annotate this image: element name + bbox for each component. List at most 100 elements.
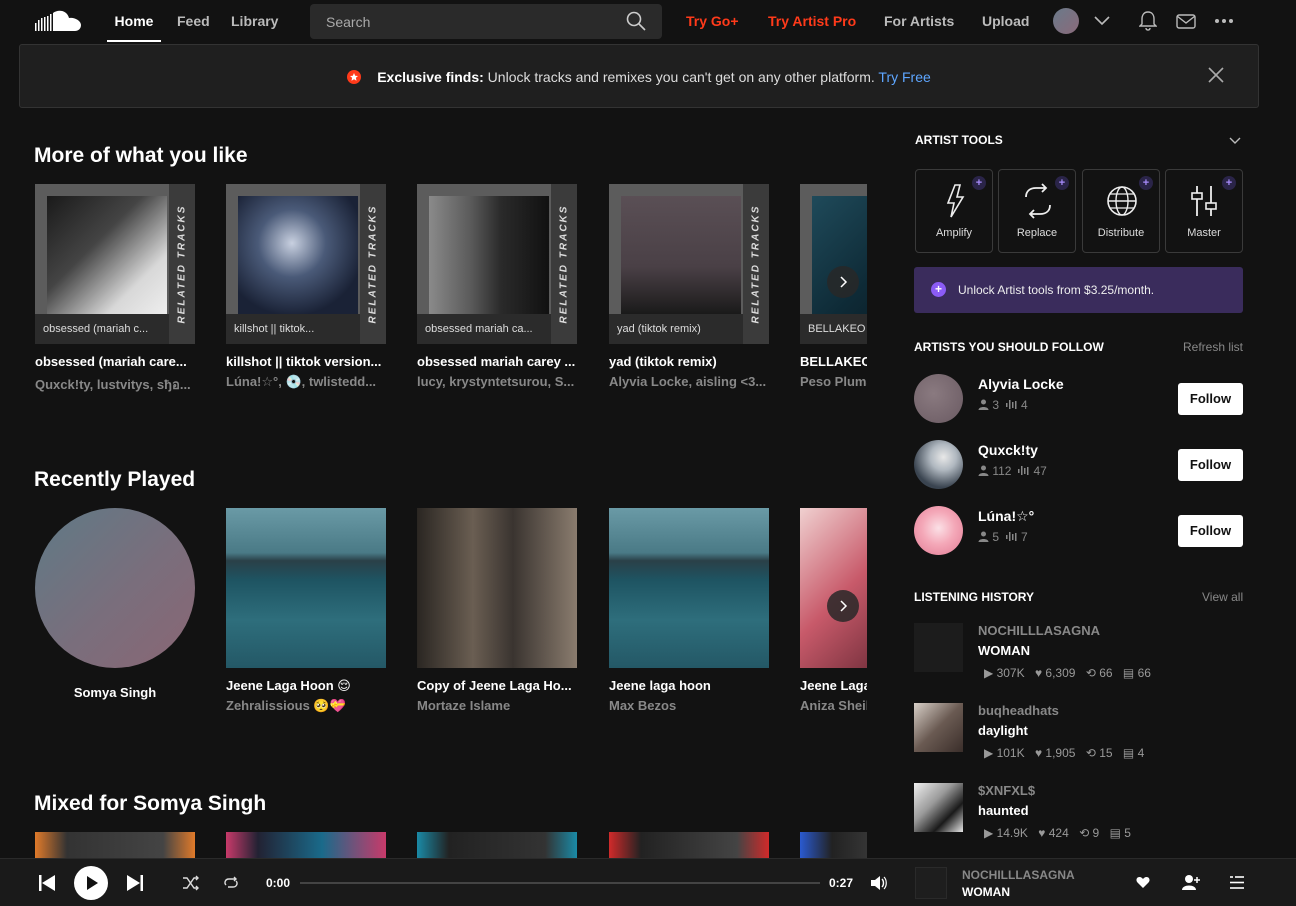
- now-playing-thumbnail[interactable]: [915, 867, 947, 899]
- card-title[interactable]: Jeene Laga Hoon 😌: [226, 678, 386, 694]
- upload-link[interactable]: Upload: [982, 0, 1029, 42]
- tool-replace[interactable]: + Replace: [998, 169, 1076, 253]
- artist-name[interactable]: Alyvia Locke: [978, 376, 1064, 392]
- avatar[interactable]: [914, 506, 963, 555]
- track-artwork[interactable]: [417, 508, 577, 668]
- playlist-card[interactable]: [609, 832, 769, 858]
- mail-icon[interactable]: [1176, 14, 1196, 29]
- play-button[interactable]: [74, 866, 108, 900]
- playlist-artwork[interactable]: [417, 832, 577, 858]
- reposts-stat[interactable]: ⟲ 9: [1079, 826, 1099, 840]
- likes-stat[interactable]: ♥ 424: [1038, 826, 1069, 840]
- card-subtitle[interactable]: Max Bezos: [609, 698, 769, 713]
- playlist-card[interactable]: [226, 832, 386, 858]
- unlock-artist-tools-button[interactable]: + Unlock Artist tools from $3.25/month.: [914, 267, 1243, 313]
- avatar[interactable]: [914, 374, 963, 423]
- card-title[interactable]: Jeene laga hoon: [609, 678, 769, 693]
- tab-feed[interactable]: Feed: [177, 0, 210, 42]
- soundcloud-logo-icon[interactable]: [34, 9, 82, 33]
- related-tracks-artwork[interactable]: RELATED TRACKS killshot || tiktok...: [226, 184, 386, 344]
- chevron-down-icon[interactable]: [1094, 15, 1110, 27]
- track-artist[interactable]: $XNFXL$: [978, 783, 1035, 798]
- artist-name[interactable]: Lúna!☆°: [978, 508, 1034, 525]
- track-artist[interactable]: buqheadhats: [978, 703, 1059, 718]
- avatar[interactable]: [914, 440, 963, 489]
- reposts-stat[interactable]: ⟲ 66: [1086, 666, 1113, 680]
- likes-stat[interactable]: ♥ 6,309: [1035, 666, 1076, 680]
- carousel-next-button[interactable]: [827, 590, 859, 622]
- related-tracks-artwork[interactable]: RELATED TRACKS yad (tiktok remix): [609, 184, 769, 344]
- related-tracks-artwork[interactable]: BELLAKEO: [800, 184, 867, 344]
- card-subtitle[interactable]: Lúna!☆°, 💿, twlistedd...: [226, 374, 386, 390]
- card-title[interactable]: BELLAKEO: [800, 354, 867, 369]
- follow-button[interactable]: Follow: [1178, 383, 1243, 415]
- now-playing-artist[interactable]: NOCHILLLASAGNA: [962, 868, 1075, 882]
- search-input[interactable]: [326, 12, 616, 32]
- follow-button[interactable]: Follow: [1178, 515, 1243, 547]
- follow-button[interactable]: Follow: [1178, 449, 1243, 481]
- track-thumbnail[interactable]: [914, 783, 963, 832]
- playlist-card[interactable]: [417, 832, 577, 858]
- track-title[interactable]: WOMAN: [978, 643, 1030, 658]
- likes-stat[interactable]: ♥ 1,905: [1035, 746, 1076, 760]
- card-subtitle[interactable]: Zehralissious 🥺💝: [226, 698, 386, 714]
- shuffle-icon[interactable]: [182, 875, 200, 891]
- related-tracks-artwork[interactable]: RELATED TRACKS obsessed mariah ca...: [417, 184, 577, 344]
- user-avatar[interactable]: [1053, 8, 1079, 34]
- card-title[interactable]: yad (tiktok remix): [609, 354, 769, 369]
- track-title[interactable]: haunted: [978, 803, 1029, 818]
- card-title[interactable]: Somya Singh: [35, 685, 195, 700]
- card-title[interactable]: Jeene Laga: [800, 678, 867, 693]
- card-subtitle[interactable]: Peso Pluma: [800, 374, 867, 389]
- heart-icon[interactable]: [1136, 876, 1150, 889]
- track-artwork[interactable]: [609, 508, 769, 668]
- view-all-link[interactable]: View all: [1202, 590, 1243, 604]
- now-playing-title[interactable]: WOMAN: [962, 885, 1010, 899]
- related-tracks-artwork[interactable]: RELATED TRACKS obsessed (mariah c...: [35, 184, 195, 344]
- playlist-artwork[interactable]: [35, 832, 195, 858]
- try-artist-pro-link[interactable]: Try Artist Pro: [768, 0, 856, 42]
- try-go-plus-link[interactable]: Try Go+: [686, 0, 739, 42]
- track-artwork[interactable]: [226, 508, 386, 668]
- bell-icon[interactable]: [1139, 11, 1157, 31]
- skip-forward-icon[interactable]: [126, 874, 144, 892]
- card-subtitle[interactable]: Alyvia Locke, aisling <3...: [609, 374, 769, 389]
- volume-icon[interactable]: [870, 875, 888, 891]
- tab-library[interactable]: Library: [231, 0, 278, 42]
- card-title[interactable]: obsessed (mariah care...: [35, 354, 195, 369]
- comments-stat[interactable]: ▤ 4: [1123, 746, 1144, 760]
- reposts-stat[interactable]: ⟲ 15: [1086, 746, 1113, 760]
- card-subtitle[interactable]: lucy, krystyntetsurou, S...: [417, 374, 577, 389]
- follow-user-icon[interactable]: [1182, 874, 1200, 890]
- tool-distribute[interactable]: + Distribute: [1082, 169, 1160, 253]
- card-title[interactable]: obsessed mariah carey ...: [417, 354, 577, 369]
- carousel-next-button[interactable]: [827, 266, 859, 298]
- tool-amplify[interactable]: + Amplify: [915, 169, 993, 253]
- card-subtitle[interactable]: Aniza Sheikh: [800, 698, 867, 713]
- track-artist[interactable]: NOCHILLLASAGNA: [978, 623, 1100, 638]
- close-icon[interactable]: [1208, 67, 1224, 83]
- card-title[interactable]: killshot || tiktok version...: [226, 354, 386, 369]
- artist-name[interactable]: Quxck!ty: [978, 442, 1038, 458]
- comments-stat[interactable]: ▤ 5: [1110, 826, 1131, 840]
- repeat-icon[interactable]: [223, 875, 239, 891]
- progress-bar[interactable]: [300, 882, 820, 884]
- card-subtitle[interactable]: Quxck!ty, lustvitys, ѕђอ...: [35, 374, 195, 395]
- profile-avatar[interactable]: [35, 508, 195, 668]
- skip-back-icon[interactable]: [38, 874, 56, 892]
- tool-master[interactable]: + Master: [1165, 169, 1243, 253]
- playlist-artwork[interactable]: [226, 832, 386, 858]
- card-title[interactable]: Copy of Jeene Laga Ho...: [417, 678, 577, 693]
- playlist-artwork[interactable]: [800, 832, 867, 858]
- track-artwork[interactable]: [800, 508, 867, 668]
- refresh-list-link[interactable]: Refresh list: [1183, 340, 1243, 354]
- search-icon[interactable]: [626, 11, 646, 31]
- playlist-card[interactable]: [800, 832, 867, 858]
- playlist-artwork[interactable]: [609, 832, 769, 858]
- track-thumbnail[interactable]: [914, 703, 963, 752]
- playlist-card[interactable]: [35, 832, 195, 858]
- for-artists-link[interactable]: For Artists: [884, 0, 954, 42]
- tab-home[interactable]: Home: [107, 0, 161, 42]
- try-free-link[interactable]: Try Free: [878, 69, 930, 85]
- more-options-icon[interactable]: [1214, 18, 1234, 24]
